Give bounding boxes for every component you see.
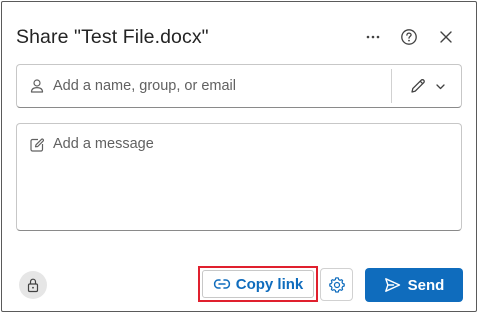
- permission-dropdown[interactable]: [397, 69, 457, 103]
- message-field[interactable]: [16, 123, 462, 231]
- link-settings-lock-button[interactable]: [19, 271, 47, 299]
- recipients-input[interactable]: [53, 73, 383, 99]
- close-button[interactable]: [433, 24, 459, 50]
- dialog-title: Share "Test File.docx": [16, 26, 209, 48]
- help-button[interactable]: [396, 24, 422, 50]
- link-settings-button[interactable]: [320, 268, 353, 301]
- recipients-field[interactable]: [16, 64, 462, 108]
- send-button[interactable]: Send: [365, 268, 463, 302]
- message-input[interactable]: [53, 134, 453, 220]
- more-options-button[interactable]: [360, 24, 386, 50]
- share-dialog: Share "Test File.docx" Add a name, group…: [1, 1, 477, 312]
- gear-icon: [328, 276, 345, 293]
- lock-icon: [27, 278, 39, 293]
- divider: [391, 69, 392, 103]
- link-icon: [213, 279, 230, 289]
- compose-icon: [30, 138, 45, 152]
- help-icon: [401, 29, 417, 45]
- send-label: Send: [407, 276, 445, 294]
- copy-link-label: Copy link: [235, 275, 304, 293]
- close-icon: [440, 31, 452, 43]
- person-icon: [30, 79, 44, 93]
- send-icon: [384, 278, 400, 292]
- more-options-icon: [366, 35, 380, 39]
- copy-link-button[interactable]: Copy link: [202, 270, 314, 298]
- chevron-down-icon: [435, 83, 445, 89]
- pencil-icon: [410, 79, 425, 93]
